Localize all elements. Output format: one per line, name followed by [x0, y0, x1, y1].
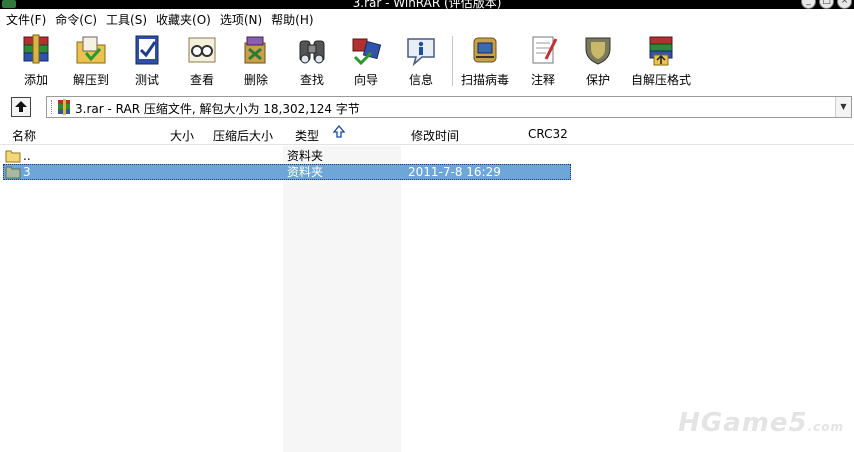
address-text: 3.rar - RAR 压缩文件, 解包大小为 18,302,124 字节: [75, 102, 360, 116]
find-label: 查找: [299, 73, 324, 87]
menu-file[interactable]: 文件(F): [3, 11, 52, 28]
watermark-main: HGame5: [678, 408, 808, 438]
protect-label: 保护: [585, 73, 610, 87]
sfx-label: 自解压格式: [630, 73, 691, 87]
info-button[interactable]: 信息: [393, 33, 449, 89]
add-button[interactable]: 添加: [8, 33, 64, 89]
window-title: 3.rar - WinRAR (评估版本): [352, 0, 502, 9]
protect-button[interactable]: 保护: [570, 33, 626, 89]
comment-icon: [532, 36, 558, 64]
file-list-header: 名称 大小 压缩后大小 类型 修改时间 CRC32: [0, 124, 854, 145]
extract-to-button[interactable]: 解压到: [63, 33, 119, 89]
virus-scan-label: 扫描病毒: [460, 73, 509, 87]
up-one-level-button[interactable]: [11, 97, 31, 117]
add-label: 添加: [23, 73, 48, 87]
toolbar: 添加 解压到 测试 查看 删除 查找 向导 信息 扫描病毒 注释 保护 自解压格…: [0, 30, 854, 90]
sort-ascending-icon: [333, 125, 345, 138]
extract-to-label: 解压到: [72, 73, 109, 87]
info-icon: [407, 38, 435, 67]
find-binoculars-icon: [299, 40, 325, 64]
watermark-suffix: .com: [807, 420, 844, 434]
view-icon: [188, 37, 216, 63]
address-grip: [51, 100, 53, 114]
menu-bar: 文件(F) 命令(C) 工具(S) 收藏夹(O) 选项(N) 帮助(H): [0, 9, 854, 30]
protect-shield-icon: [585, 37, 611, 65]
comment-button[interactable]: 注释: [515, 33, 571, 89]
folder-icon: [5, 166, 21, 179]
menu-tools[interactable]: 工具(S): [103, 11, 153, 28]
column-name[interactable]: 名称: [12, 127, 36, 144]
rar-archive-icon: [58, 99, 70, 115]
test-button[interactable]: 测试: [119, 33, 175, 89]
view-button[interactable]: 查看: [174, 33, 230, 89]
info-label: 信息: [408, 73, 433, 87]
close-button[interactable]: ×: [837, 0, 852, 9]
menu-favorites[interactable]: 收藏夹(O): [153, 11, 217, 28]
column-modified[interactable]: 修改时间: [411, 127, 459, 144]
folder-icon: [5, 150, 21, 163]
toolbar-separator: [452, 36, 454, 86]
sorted-column-highlight: [283, 146, 401, 452]
window-controls: _ □ ×: [801, 0, 852, 9]
menu-help[interactable]: 帮助(H): [268, 11, 319, 28]
up-arrow-icon: [15, 101, 27, 112]
sfx-button[interactable]: 自解压格式: [626, 33, 696, 89]
chevron-down-icon[interactable]: ▼: [835, 97, 851, 117]
extract-to-icon: [76, 36, 106, 64]
wizard-button[interactable]: 向导: [338, 33, 394, 89]
item-modified: 2011-7-8 16:29: [408, 165, 501, 179]
test-icon: [135, 35, 159, 65]
title-bar: 3.rar - WinRAR (评估版本) _ □ ×: [0, 0, 854, 9]
address-bar[interactable]: 3.rar - RAR 压缩文件, 解包大小为 18,302,124 字节 ▼: [46, 96, 852, 118]
wizard-label: 向导: [353, 73, 378, 87]
add-archive-icon: [23, 34, 49, 64]
site-watermark: HGame5.com: [678, 408, 844, 438]
address-row: 3.rar - RAR 压缩文件, 解包大小为 18,302,124 字节 ▼: [0, 92, 854, 122]
item-type: 资料夹: [287, 165, 324, 179]
item-type: 资料夹: [287, 149, 324, 163]
wizard-icon: [352, 38, 382, 66]
file-list: .. 资料夹 3 资料夹 2011-7-8 16:29: [0, 146, 854, 452]
minimize-button[interactable]: _: [801, 0, 816, 9]
find-button[interactable]: 查找: [284, 33, 340, 89]
menu-commands[interactable]: 命令(C): [52, 11, 103, 28]
list-item-folder-3[interactable]: 3 资料夹 2011-7-8 16:29: [3, 164, 571, 180]
column-size[interactable]: 大小: [170, 127, 194, 144]
view-label: 查看: [189, 73, 214, 87]
delete-label: 删除: [243, 73, 268, 87]
item-name: ..: [23, 149, 31, 163]
list-item-parent-folder[interactable]: .. 资料夹: [3, 148, 571, 164]
column-type[interactable]: 类型: [295, 127, 319, 144]
column-packed-size[interactable]: 压缩后大小: [213, 127, 273, 144]
item-name: 3: [23, 165, 31, 179]
column-crc32[interactable]: CRC32: [528, 127, 568, 141]
comment-label: 注释: [530, 73, 555, 87]
delete-icon: [244, 36, 266, 64]
virus-scan-button[interactable]: 扫描病毒: [460, 33, 510, 89]
test-label: 测试: [134, 73, 159, 87]
delete-button[interactable]: 删除: [228, 33, 284, 89]
virus-scan-icon: [473, 37, 497, 63]
maximize-button[interactable]: □: [819, 0, 834, 9]
sfx-icon: [649, 36, 673, 66]
menu-options[interactable]: 选项(N): [217, 11, 268, 28]
